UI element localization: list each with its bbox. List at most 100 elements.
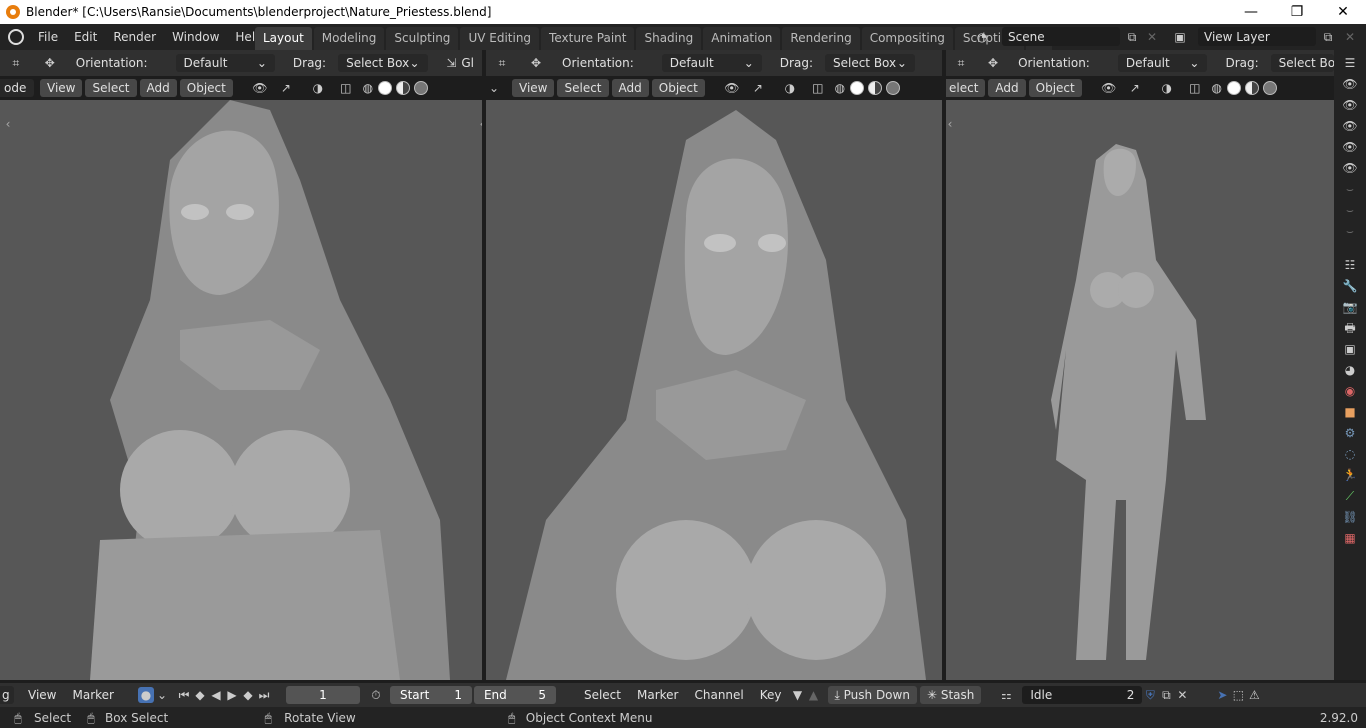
tab-layout[interactable]: Layout [255,27,312,50]
eye-hidden-icon[interactable]: ⌣ [1342,181,1358,197]
gizmo-icon[interactable]: ↗ [1127,80,1143,96]
minimize-button[interactable]: — [1228,0,1274,24]
timeline-mode-dropdown[interactable]: g [0,686,14,704]
eye-icon[interactable]: 👁 [1342,76,1358,92]
eye-hidden-icon[interactable]: ⌣ [1342,223,1358,239]
action-selector[interactable]: Idle 2 [1022,686,1143,704]
wireframe-shading-icon[interactable]: ◍ [360,80,376,96]
play-icon[interactable]: ▶ [224,687,240,703]
rendered-shading-icon[interactable] [1262,81,1277,95]
select-menu[interactable]: Select [557,79,609,97]
eye-icon[interactable]: 👁 [1342,118,1358,134]
tool-properties-icon[interactable]: 🔧 [1342,278,1358,294]
chevron-down-icon[interactable]: ⌄ [486,80,502,96]
wireframe-shading-icon[interactable]: ◍ [832,80,848,96]
output-properties-icon[interactable]: 🖶 [1342,320,1358,336]
constraint-properties-icon[interactable]: ⛓ [1342,509,1358,525]
blender-menu-icon[interactable] [8,29,24,45]
timeline-view-menu[interactable]: View [28,688,56,702]
xray-icon[interactable]: ◫ [810,80,826,96]
nla-marker-menu[interactable]: Marker [637,688,678,702]
scene-icon[interactable]: ◔ [974,29,990,45]
drag-dropdown[interactable]: Select Box ⌄ [338,54,428,72]
view-menu[interactable]: View [512,79,555,97]
copy-view-layer-icon[interactable]: ⧉ [1320,29,1336,45]
select-cursor-icon[interactable]: ➤ [1214,687,1230,703]
tab-shading[interactable]: Shading [636,27,702,50]
overlay-icon[interactable]: ◑ [310,80,326,96]
chevron-down-icon[interactable]: ⌄ [154,687,170,703]
overlay-icon[interactable]: ◑ [1159,80,1175,96]
modifier-properties-icon[interactable]: ⚙ [1342,425,1358,441]
nla-select-menu[interactable]: Select [584,688,621,702]
view-layer-icon[interactable]: ▣ [1172,29,1188,45]
maximize-button[interactable]: ❐ [1274,0,1320,24]
jump-start-icon[interactable]: ⏮ [176,687,192,703]
editor-type-icon[interactable]: ⌗ [954,55,968,71]
transform-pivot-icon[interactable]: ✥ [42,55,58,71]
left-arrow-icon[interactable]: ‹ [0,116,16,132]
gizmo-icon[interactable]: ↗ [750,80,766,96]
overlay-icon[interactable]: ◑ [782,80,798,96]
drag-dropdown[interactable]: Select Bo [1270,54,1334,72]
next-keyframe-icon[interactable]: ◆ [240,687,256,703]
visibility-icon[interactable]: 👁 [724,80,740,96]
delete-scene-icon[interactable]: ✕ [1144,29,1160,45]
viewport1-canvas[interactable]: ‹ ‹ [0,100,482,680]
world-properties-icon[interactable]: ◉ [1342,383,1358,399]
tab-modeling[interactable]: Modeling [313,27,385,50]
tab-uv-editing[interactable]: UV Editing [460,27,540,50]
chevron-down-icon[interactable]: ▼ [790,687,806,703]
view-layer-properties-icon[interactable]: ▣ [1342,341,1358,357]
orientation-dropdown[interactable]: Default ⌄ [661,54,762,72]
scene-selector[interactable]: Scene [1002,27,1120,46]
start-frame-field[interactable]: Start 1 [389,686,472,704]
texture-properties-icon[interactable]: ▦ [1342,530,1358,546]
add-menu[interactable]: Add [139,79,177,97]
orientation-dropdown[interactable]: Default ⌄ [1117,54,1208,72]
eye-hidden-icon[interactable]: ⌣ [1342,202,1358,218]
physics-properties-icon[interactable]: 🏃 [1342,467,1358,483]
xray-icon[interactable]: ◫ [1187,80,1203,96]
object-menu[interactable]: Object [651,79,705,97]
copy-action-icon[interactable]: ⧉ [1158,687,1174,703]
properties-editor-icon[interactable]: ☷ [1342,257,1358,273]
record-icon[interactable]: ● [137,687,154,703]
action-icon[interactable]: ⚏ [998,687,1014,703]
transform-pivot-icon[interactable]: ✥ [528,55,544,71]
object-menu[interactable]: Object [1028,79,1082,97]
prev-keyframe-icon[interactable]: ◆ [192,687,208,703]
eye-icon[interactable]: 👁 [1342,139,1358,155]
material-shading-icon[interactable] [867,81,882,95]
nla-key-menu[interactable]: Key [760,688,782,702]
eye-icon[interactable]: 👁 [1342,97,1358,113]
menu-window[interactable]: Window [164,30,227,44]
tab-sculpting[interactable]: Sculpting [386,27,459,50]
current-frame-field[interactable]: 1 [285,686,360,704]
editor-type-icon[interactable]: ⌗ [8,55,24,71]
visibility-icon[interactable]: 👁 [1101,80,1117,96]
particles-properties-icon[interactable]: ◌ [1342,446,1358,462]
timeline-marker-menu[interactable]: Marker [72,688,113,702]
add-menu[interactable]: Add [611,79,649,97]
xray-icon[interactable]: ◫ [338,80,354,96]
left-arrow-icon[interactable]: ‹ [946,116,958,132]
up-arrow-icon[interactable]: ▲ [806,687,822,703]
end-frame-field[interactable]: End 5 [473,686,556,704]
tab-compositing[interactable]: Compositing [861,27,953,50]
editor-type-icon[interactable]: ⌗ [494,55,510,71]
tab-texture-paint[interactable]: Texture Paint [541,27,635,50]
warning-icon[interactable]: ⚠ [1246,687,1262,703]
jump-end-icon[interactable]: ⏭ [256,687,272,703]
object-menu[interactable]: Object [179,79,233,97]
unlink-action-icon[interactable]: ✕ [1174,687,1190,703]
scene-properties-icon[interactable]: ◕ [1342,362,1358,378]
wireframe-shading-icon[interactable]: ◍ [1209,80,1225,96]
nla-channel-menu[interactable]: Channel [694,688,743,702]
delete-view-layer-icon[interactable]: ✕ [1342,29,1358,45]
object-data-properties-icon[interactable]: ⟋ [1342,488,1358,504]
play-reverse-icon[interactable]: ◀ [208,687,224,703]
material-shading-icon[interactable] [395,81,410,95]
transform-orientation-icon[interactable]: ⇲ [444,55,460,71]
push-down-button[interactable]: ⤓ Push Down [827,686,917,704]
